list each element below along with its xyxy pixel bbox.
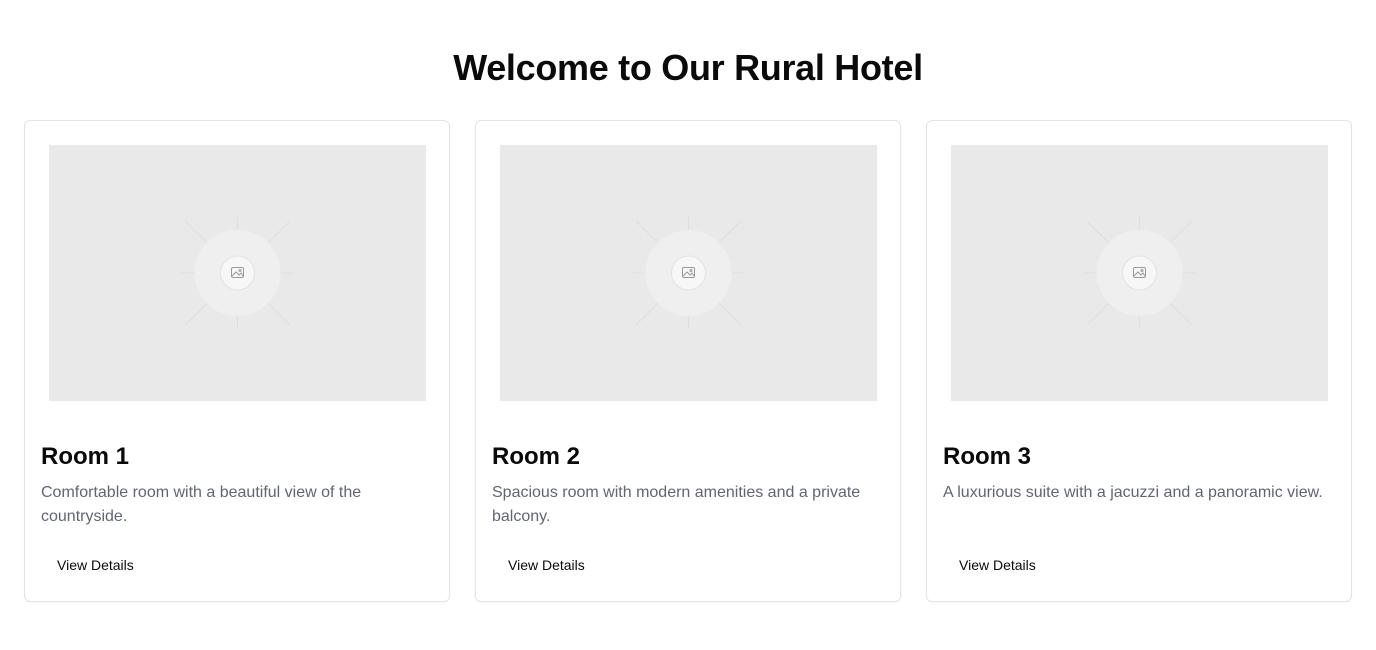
image-placeholder-icon (1083, 217, 1196, 329)
room-title: Room 3 (943, 443, 1032, 470)
view-details-button[interactable]: View Details (943, 549, 1052, 581)
room-card-list: Room 1 Comfortable room with a beautiful… (24, 120, 1352, 602)
page-title: Welcome to Our Rural Hotel (453, 47, 923, 88)
room-card: Room 1 Comfortable room with a beautiful… (24, 120, 450, 602)
room-image-placeholder (500, 145, 877, 401)
room-card: Room 3 A luxurious suite with a jacuzzi … (926, 120, 1352, 602)
view-details-button[interactable]: View Details (41, 549, 150, 581)
room-description: A luxurious suite with a jacuzzi and a p… (943, 484, 1323, 501)
room-card: Room 2 Spacious room with modern ameniti… (475, 120, 901, 602)
image-placeholder-icon (632, 217, 745, 329)
view-details-button[interactable]: View Details (492, 549, 601, 581)
page: Welcome to Our Rural Hotel Room 1 Comfor… (0, 0, 1376, 650)
room-image-placeholder (951, 145, 1328, 401)
room-description: Spacious room with modern amenities and … (492, 484, 861, 525)
room-image-placeholder (49, 145, 426, 401)
room-title: Room 1 (41, 443, 130, 470)
room-title: Room 2 (492, 443, 581, 470)
room-description: Comfortable room with a beautiful view o… (41, 484, 362, 525)
image-placeholder-icon (181, 217, 294, 329)
